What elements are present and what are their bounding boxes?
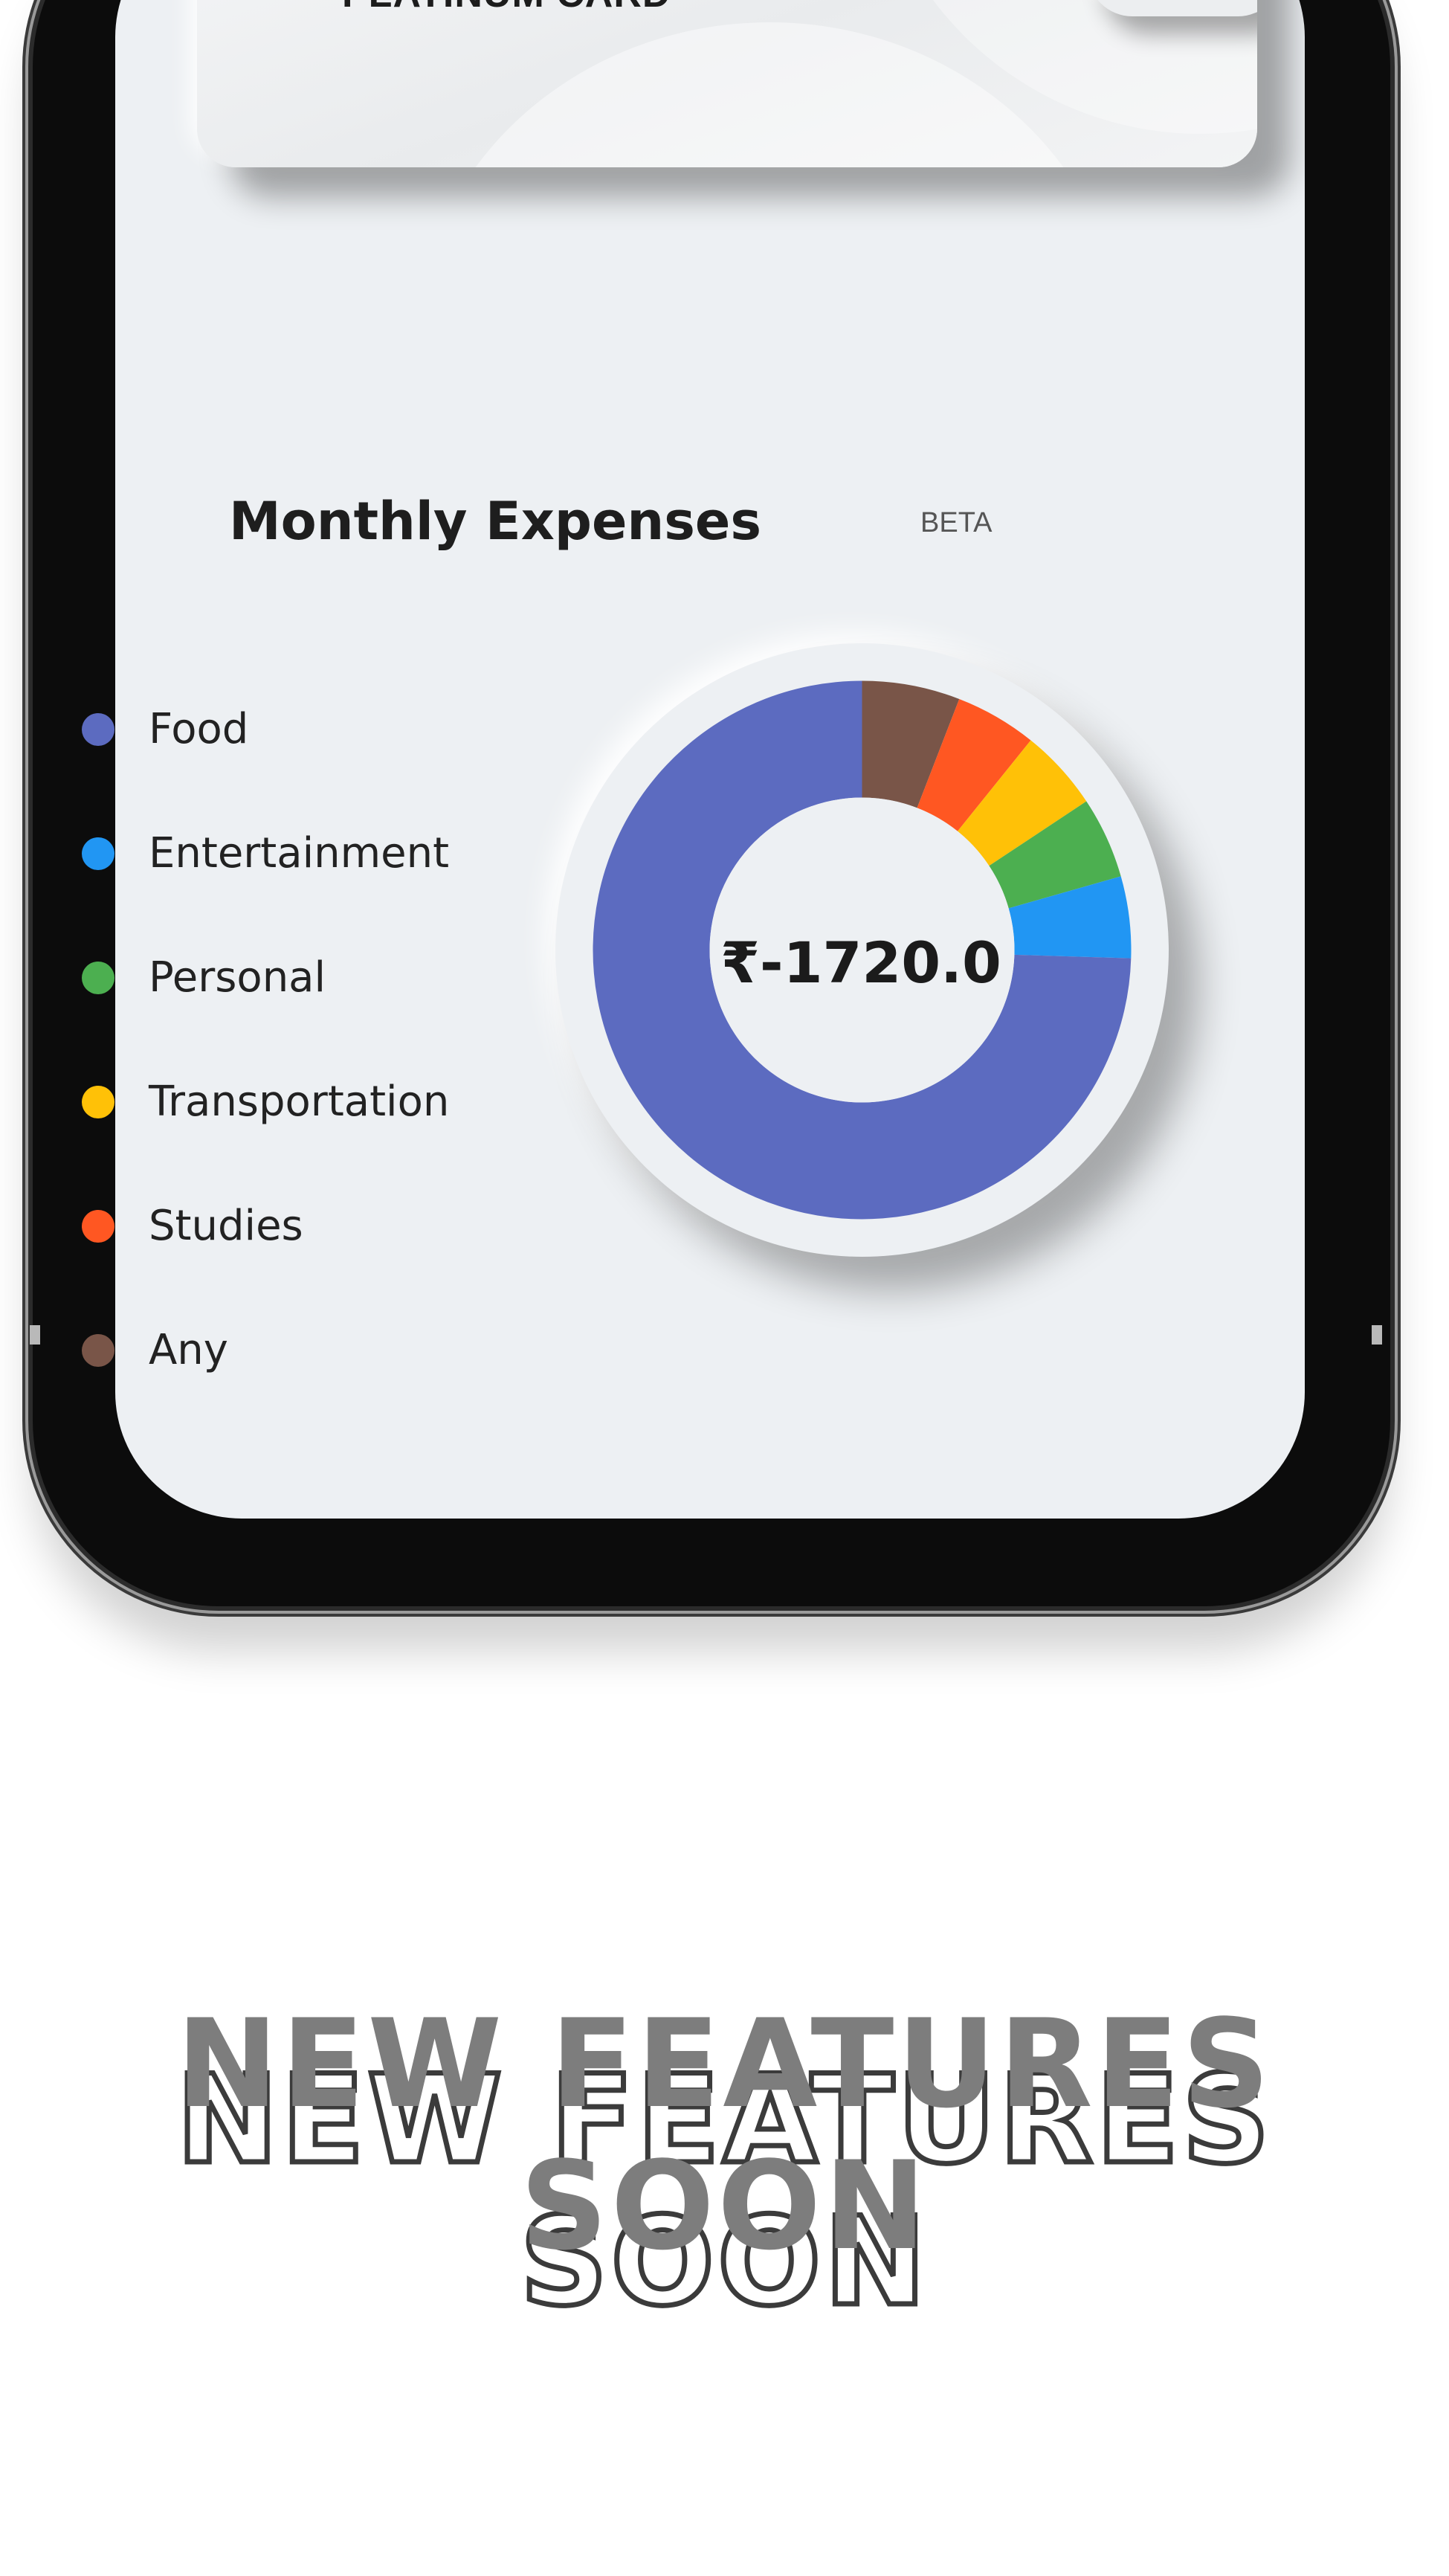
section-title: Monthly Expenses <box>229 491 762 552</box>
legend-item-personal: Personal <box>82 947 528 1007</box>
legend-dot <box>82 1210 114 1243</box>
legend-label: Any <box>149 1326 228 1374</box>
platinum-card[interactable]: PLATINUM CARD <box>197 0 1257 167</box>
legend-label: Studies <box>149 1202 303 1250</box>
legend-dot <box>82 713 114 746</box>
phone-side-button-right <box>1372 1325 1382 1345</box>
legend-label: Personal <box>149 953 326 1002</box>
legend-item-entertainment: Entertainment <box>82 823 528 883</box>
beta-badge: BETA <box>920 507 993 538</box>
legend-item-studies: Studies <box>82 1196 528 1255</box>
legend-label: Entertainment <box>149 829 450 878</box>
legend-dot <box>82 962 114 994</box>
legend-item-transportation: Transportation <box>82 1072 528 1131</box>
expenses-total: ₹-1720.0 <box>720 930 1001 996</box>
legend-item-any: Any <box>82 1320 528 1379</box>
legend-dot <box>82 1086 114 1118</box>
card-chip <box>1088 0 1257 16</box>
legend-label: Transportation <box>149 1078 450 1126</box>
legend-dot <box>82 837 114 870</box>
promo-text: NEW FEATURES SOON <box>176 1993 1273 2277</box>
legend-item-food: Food <box>82 699 528 759</box>
phone-side-button-left <box>30 1325 40 1345</box>
card-label: PLATINUM CARD <box>342 0 671 16</box>
legend-label: Food <box>149 705 249 753</box>
legend-dot <box>82 1334 114 1367</box>
